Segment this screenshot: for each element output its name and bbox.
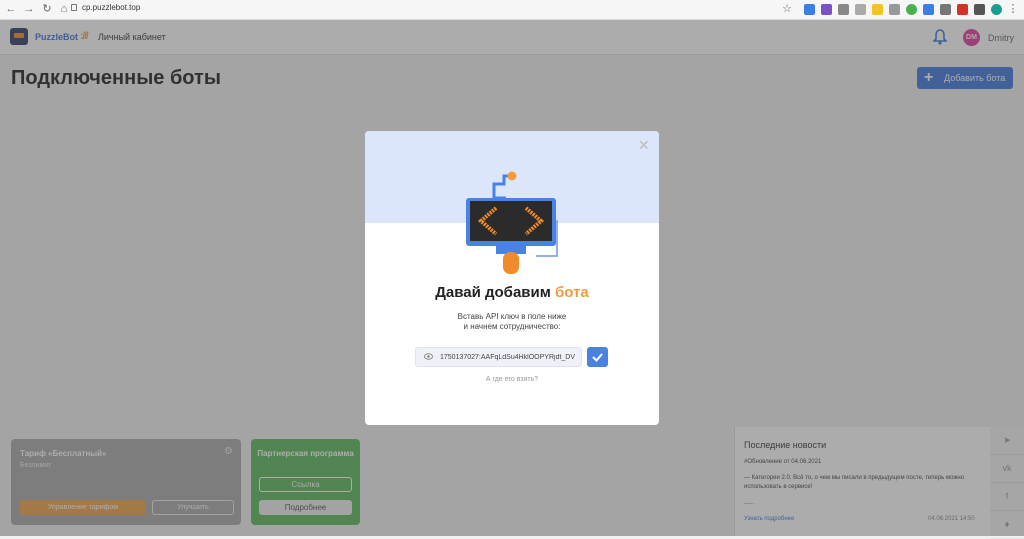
close-icon[interactable]: ✕ bbox=[638, 137, 650, 154]
profile-icon[interactable] bbox=[991, 4, 1002, 15]
modal-desc-line1: Вставь API ключ в поле ниже bbox=[457, 312, 567, 321]
eye-icon[interactable] bbox=[424, 353, 433, 360]
home-icon[interactable]: ⌂ bbox=[57, 2, 71, 16]
modal-title-main: Давай добавим bbox=[435, 284, 551, 301]
add-bot-modal: ✕ Давай добавим бота Вставь API ключ в п… bbox=[365, 131, 659, 425]
browser-toolbar: ← → ↻ ⌂ cp.puzzlebot.top ☆ ⋮ bbox=[0, 0, 1024, 20]
forward-icon[interactable]: → bbox=[22, 2, 36, 16]
star-icon[interactable]: ☆ bbox=[780, 2, 794, 16]
modal-description: Вставь API ключ в поле ниже и начнем сот… bbox=[365, 312, 659, 332]
robot-illustration-icon bbox=[466, 171, 558, 274]
extension-icon[interactable] bbox=[906, 4, 917, 15]
extension-icon[interactable] bbox=[872, 4, 883, 15]
extension-icon[interactable] bbox=[804, 4, 815, 15]
menu-icon[interactable]: ⋮ bbox=[1006, 2, 1020, 16]
modal-title: Давай добавим бота bbox=[365, 284, 659, 301]
back-icon[interactable]: ← bbox=[4, 2, 18, 16]
extension-icon[interactable] bbox=[838, 4, 849, 15]
modal-title-accent: бота bbox=[555, 284, 589, 301]
extension-icon[interactable] bbox=[923, 4, 934, 15]
api-token-input[interactable] bbox=[440, 351, 580, 363]
extension-icon[interactable] bbox=[889, 4, 900, 15]
lock-icon bbox=[71, 4, 77, 11]
address-bar[interactable]: cp.puzzlebot.top bbox=[82, 3, 140, 12]
extension-icon[interactable] bbox=[940, 4, 951, 15]
extension-icon[interactable] bbox=[855, 4, 866, 15]
extension-icon[interactable] bbox=[821, 4, 832, 15]
api-token-field[interactable] bbox=[415, 347, 582, 367]
reload-icon[interactable]: ↻ bbox=[40, 2, 54, 16]
extension-icon[interactable] bbox=[957, 4, 968, 15]
confirm-token-button[interactable] bbox=[587, 347, 608, 367]
where-to-get-link[interactable]: А где его взять? bbox=[365, 376, 659, 383]
checkmark-icon bbox=[592, 353, 603, 362]
modal-desc-line2: и начнем сотрудничество: bbox=[463, 322, 561, 331]
puzzle-extensions-icon[interactable] bbox=[974, 4, 985, 15]
